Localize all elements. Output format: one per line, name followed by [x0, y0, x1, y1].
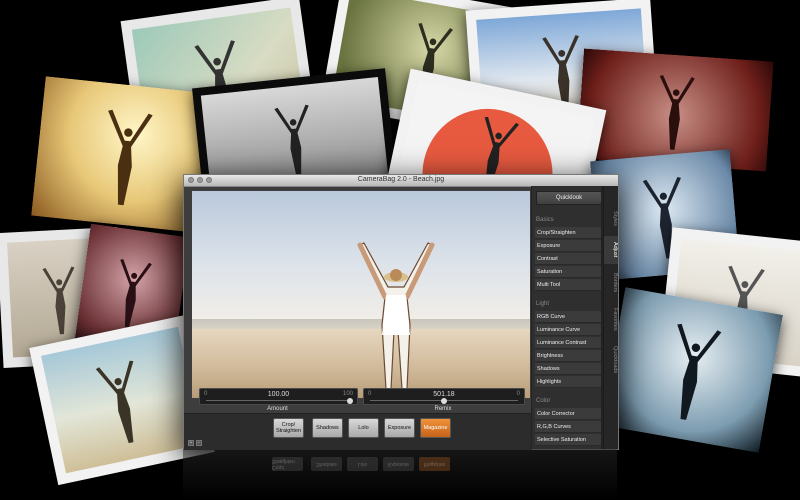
adjust-crop-straighten[interactable]: Crop/Straighten	[535, 227, 601, 239]
amount-value: 100.00	[267, 391, 290, 398]
photo-canvas[interactable]	[192, 191, 530, 398]
amount-max: 100	[342, 391, 353, 397]
panel-tabs: Styles Adjust Borders Favorites Quickloa…	[603, 186, 618, 449]
filter-button-exposure[interactable]: Exposure	[384, 418, 415, 438]
adjust-brightness[interactable]: Brightness	[535, 350, 601, 362]
adjust-rgb-curves[interactable]: R,G,B Curves	[535, 421, 601, 433]
remove-icon[interactable]: −	[196, 440, 202, 446]
remix-slider[interactable]: 0 501.18 0	[363, 388, 525, 405]
quicklook-button[interactable]: Quicklook	[536, 191, 602, 205]
add-icon[interactable]: +	[188, 440, 194, 446]
amount-label: Amount	[267, 406, 288, 412]
filter-button-shadows[interactable]: Shadows	[312, 418, 343, 438]
figure-silhouette-icon	[95, 360, 134, 443]
figure-silhouette-icon	[677, 324, 722, 421]
woman-figure-icon	[357, 242, 435, 397]
adjust-contrast[interactable]: Contrast	[535, 253, 601, 265]
adjust-rgb-curve[interactable]: RGB Curve	[535, 311, 601, 323]
photo-card-10	[601, 287, 783, 453]
amount-slider-handle[interactable]	[347, 398, 353, 404]
adjust-multi-tool[interactable]: Multi Tool	[535, 279, 601, 291]
reflection-magazine: Magazine	[419, 457, 450, 471]
adjust-shadows[interactable]: Shadows	[535, 363, 601, 375]
adjust-luminance-contrast[interactable]: Luminance Contrast	[535, 337, 601, 349]
window-reflection: Crop/ Straighten Shadows Lolo Exposure M…	[183, 449, 617, 500]
adjust-exposure[interactable]: Exposure	[535, 240, 601, 252]
filter-button-crop[interactable]: Crop/ Straighten	[273, 418, 304, 438]
window-title: CameraBag 2.0 - Beach.jpg	[357, 176, 445, 183]
adjust-highlights[interactable]: Highlights	[535, 376, 601, 388]
amount-track	[206, 400, 351, 401]
adjust-color-corrector[interactable]: Color Corrector	[535, 408, 601, 420]
filter-button-lolo[interactable]: Lolo	[348, 418, 379, 438]
reflection-crop: Crop/ Straighten	[272, 457, 303, 471]
tab-favorites[interactable]: Favorites	[604, 302, 618, 336]
adjust-luminance-curve[interactable]: Luminance Curve	[535, 324, 601, 336]
remix-max: 0	[516, 391, 520, 397]
tab-adjust[interactable]: Adjust	[604, 236, 618, 264]
remix-label: Remix	[434, 406, 452, 412]
adjust-selective-saturation[interactable]: Selective Saturation	[535, 434, 601, 446]
remix-slider-handle[interactable]	[441, 398, 447, 404]
section-light: Light	[536, 301, 550, 307]
tab-borders[interactable]: Borders	[604, 268, 618, 298]
filter-bar: Crop/ Straighten Shadows Lolo Exposure M…	[184, 413, 532, 450]
app-window: CameraBag 2.0 - Beach.jpg 0 100.00 100 A…	[183, 174, 619, 450]
adjust-saturation[interactable]: Saturation	[535, 266, 601, 278]
amount-slider[interactable]: 0 100.00 100	[199, 388, 358, 405]
filter-button-magazine[interactable]: Magazine	[420, 418, 451, 438]
adjust-panel: Quicklook Basics Crop/Straighten Exposur…	[531, 186, 618, 449]
section-basics: Basics	[536, 217, 554, 223]
reflection-lolo: Lolo	[347, 457, 378, 471]
section-color: Color	[536, 398, 551, 404]
figure-silhouette-icon	[107, 109, 153, 206]
tab-quickloads[interactable]: Quickloads	[604, 340, 618, 380]
figure-silhouette-icon	[659, 74, 695, 150]
reflection-exposure: Exposure	[383, 457, 414, 471]
tab-styles[interactable]: Styles	[604, 204, 618, 232]
adjust-list: Quicklook Basics Crop/Straighten Exposur…	[532, 186, 604, 449]
remix-value: 501.18	[433, 391, 455, 398]
reflection-shadows: Shadows	[311, 457, 342, 471]
figure-silhouette-icon	[274, 105, 309, 179]
